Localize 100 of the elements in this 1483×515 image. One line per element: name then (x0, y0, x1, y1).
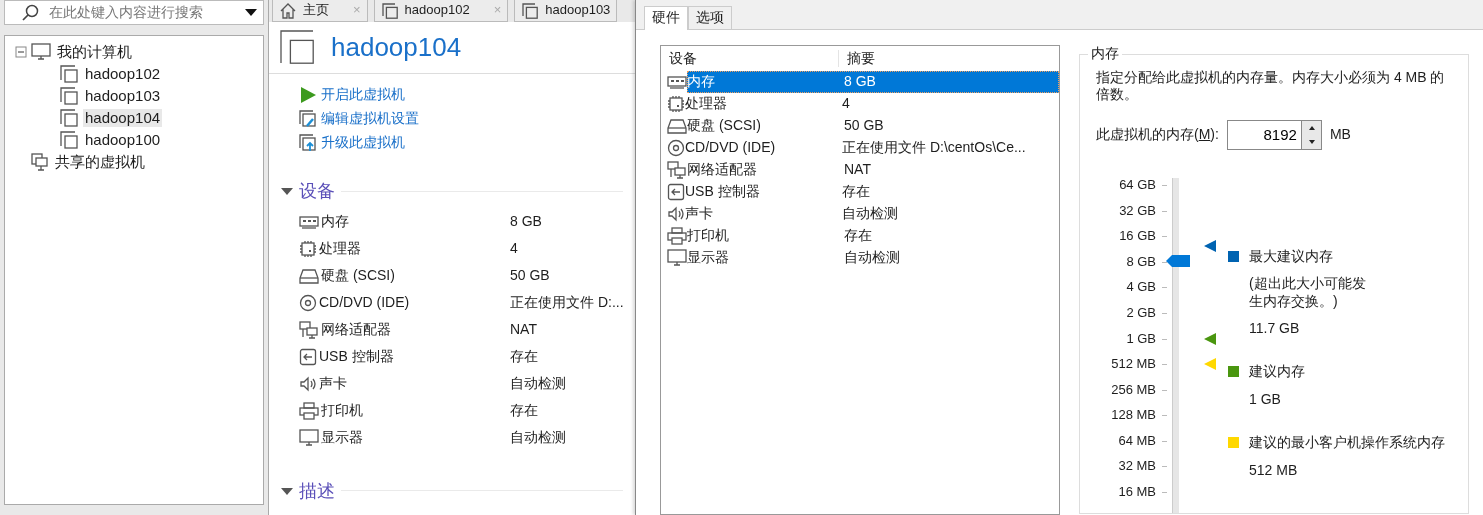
tab[interactable]: 硬件 (644, 6, 688, 30)
table-row[interactable]: 显示器 自动检测 (687, 247, 1059, 269)
tick-label: 256 MB (1110, 381, 1156, 398)
vm-icon (380, 1, 399, 20)
device-name[interactable]: 硬盘 (SCSI) (321, 267, 395, 285)
table-row[interactable]: 声卡 自动检测 (685, 203, 1059, 225)
upgrade-icon (299, 134, 317, 152)
up-arrow-icon (1306, 124, 1317, 132)
vm-icon (521, 1, 540, 20)
legend-label: 建议内存 (1249, 363, 1305, 381)
table-row[interactable]: 处理器 4 (685, 93, 1059, 115)
device-name[interactable]: 内存 (321, 213, 349, 231)
vm-title: hadoop104 (331, 31, 462, 64)
tick-label: 128 MB (1110, 407, 1156, 424)
usb-icon (667, 183, 685, 201)
column-header[interactable]: 设备 (661, 49, 839, 68)
vm-icon (59, 108, 79, 128)
tick-label: 32 GB (1118, 202, 1156, 219)
field-label: 此虚拟机的内存(M): (1096, 126, 1219, 144)
tab[interactable]: 主页 × (272, 0, 368, 22)
tick-label: 8 GB (1125, 253, 1156, 270)
computer-icon (31, 43, 51, 61)
table-row[interactable]: CD/DVD (IDE) 正在使用文件 D:\centOs\Ce... (685, 137, 1059, 159)
printer-icon (667, 227, 687, 245)
tree-item[interactable]: hadoop100 (83, 130, 163, 150)
action-link[interactable]: 编辑虚拟机设置 (299, 110, 635, 128)
memory-icon (667, 75, 687, 89)
device-name[interactable]: 处理器 (319, 240, 361, 258)
device-summary: NAT (510, 321, 537, 339)
tick-label: 64 MB (1117, 432, 1156, 449)
section-title[interactable]: 设备 (299, 180, 335, 203)
table-row[interactable]: 打印机 存在 (687, 225, 1059, 247)
usb-icon (299, 348, 317, 366)
legend-value: 512 MB (1249, 461, 1299, 479)
tick-label: 32 MB (1117, 458, 1156, 475)
tree-item[interactable]: 共享的虚拟机 (53, 152, 147, 172)
tick-label: 4 GB (1125, 279, 1156, 296)
device-summary: 自动检测 (510, 375, 566, 393)
legend-label: 建议的最小客户机操作系统内存 (1249, 434, 1445, 452)
cpu-icon (299, 240, 317, 258)
table-row[interactable]: 硬盘 (SCSI) 50 GB (687, 115, 1059, 137)
device-summary: 存在 (510, 348, 538, 366)
collapse-arrow-icon[interactable] (281, 485, 293, 496)
tree-item[interactable]: hadoop102 (83, 64, 163, 84)
device-summary: 存在 (510, 402, 538, 420)
tick-label: 16 MB (1117, 484, 1156, 500)
down-arrow-icon (1306, 138, 1317, 146)
device-name[interactable]: 显示器 (321, 429, 363, 447)
tick-label: 1 GB (1125, 330, 1156, 347)
device-name[interactable]: 网络适配器 (321, 321, 391, 339)
play-icon (299, 86, 317, 104)
collapse-icon[interactable] (15, 46, 27, 58)
cpu-icon (667, 95, 685, 113)
description-text: 指定分配给此虚拟机的内存量。内存大小必须为 4 MB 的倍数。 (1096, 69, 1446, 103)
collapse-arrow-icon[interactable] (281, 186, 293, 197)
device-summary: 4 (510, 240, 518, 258)
decrement-button[interactable] (1301, 135, 1321, 149)
device-name[interactable]: CD/DVD (IDE) (319, 294, 410, 312)
unit-label: MB (1329, 126, 1351, 144)
memory-field[interactable]: 8192 (1226, 120, 1301, 150)
tab[interactable]: hadoop103 (514, 0, 618, 22)
tab[interactable]: hadoop102 × (373, 0, 509, 22)
increment-button[interactable] (1301, 121, 1321, 135)
device-name[interactable]: 打印机 (321, 402, 363, 420)
vm-icon (279, 28, 317, 67)
speaker-icon (299, 376, 317, 392)
legend-label: 最大建议内存 (1249, 248, 1334, 266)
tick-label: 512 MB (1110, 356, 1156, 373)
tree-item[interactable]: hadoop104 (83, 108, 163, 128)
action-link[interactable]: 升级此虚拟机 (299, 134, 635, 152)
legend-value: 1 GB (1249, 390, 1282, 408)
tick-label: 64 GB (1118, 177, 1156, 193)
vm-icon (59, 130, 79, 150)
device-summary: 8 GB (510, 213, 542, 231)
section-title[interactable]: 描述 (299, 479, 335, 502)
search-icon (21, 3, 39, 22)
tab[interactable]: 选项 (688, 6, 732, 29)
tree-item[interactable]: 我的计算机 (55, 42, 134, 62)
legend-value: 11.7 GB (1249, 319, 1301, 337)
table-row[interactable]: USB 控制器 存在 (685, 181, 1059, 203)
tree-item[interactable]: hadoop103 (83, 86, 163, 106)
shared-vm-icon (31, 153, 49, 171)
device-name[interactable]: 声卡 (319, 375, 347, 393)
monitor-icon (667, 249, 687, 267)
monitor-icon (299, 429, 319, 447)
device-summary: 正在使用文件 D:... (510, 294, 624, 312)
disc-icon (299, 294, 317, 312)
device-name[interactable]: USB 控制器 (319, 348, 394, 366)
search-field[interactable]: 在此处键入内容进行搜索 (4, 0, 264, 25)
slider-thumb[interactable] (1166, 255, 1190, 268)
dropdown-arrow-icon (245, 8, 257, 17)
table-row[interactable]: 内存 8 GB (687, 71, 1059, 93)
disc-icon (667, 139, 685, 157)
memory-icon (299, 215, 319, 229)
device-summary: 自动检测 (510, 429, 566, 447)
action-link[interactable]: 开启此虚拟机 (299, 86, 635, 104)
home-icon (279, 1, 297, 20)
column-header[interactable]: 摘要 (839, 49, 875, 68)
legend-note: (超出此大小可能发生内存交换。) (1249, 273, 1367, 310)
table-row[interactable]: 网络适配器 NAT (687, 159, 1059, 181)
